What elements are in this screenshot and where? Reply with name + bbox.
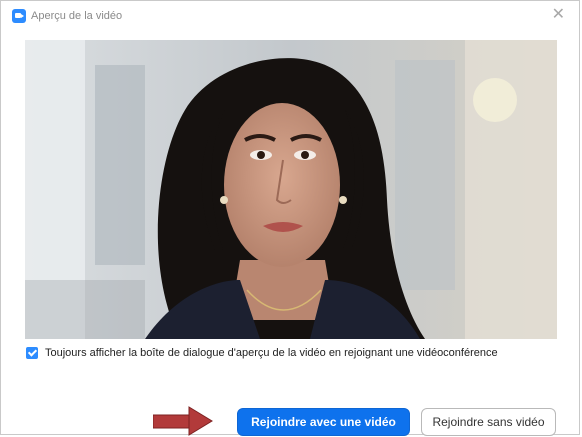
video-preview xyxy=(25,40,557,339)
join-with-video-button[interactable]: Rejoindre avec une vidéo xyxy=(237,408,410,436)
red-arrow-icon xyxy=(153,406,213,436)
always-show-preview-label: Toujours afficher la boîte de dialogue d… xyxy=(45,347,498,359)
always-show-preview-checkbox[interactable] xyxy=(26,347,38,359)
title-bar: Aperçu de la vidéo ✕ xyxy=(1,1,579,31)
join-without-video-button[interactable]: Rejoindre sans vidéo xyxy=(421,408,556,436)
always-show-preview-option[interactable]: Toujours afficher la boîte de dialogue d… xyxy=(26,347,498,359)
close-icon[interactable]: ✕ xyxy=(552,7,565,23)
webcam-feed-image xyxy=(25,40,557,339)
window-title: Aperçu de la vidéo xyxy=(31,10,123,22)
zoom-app-icon xyxy=(12,9,26,23)
video-preview-dialog: Aperçu de la vidéo ✕ Toujours afficher l… xyxy=(0,0,580,436)
